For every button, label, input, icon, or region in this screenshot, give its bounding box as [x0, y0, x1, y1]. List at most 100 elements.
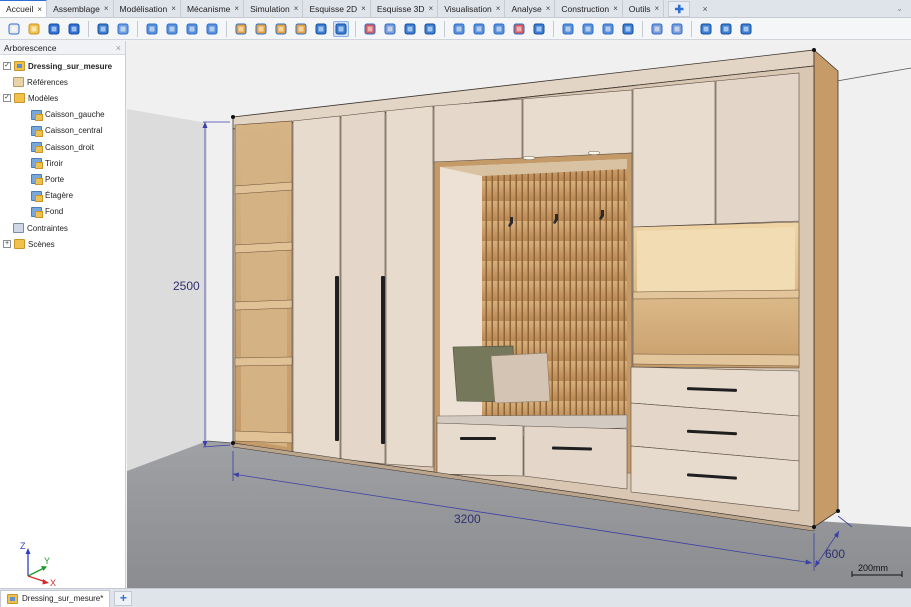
grid-icon[interactable]: [649, 21, 665, 37]
part-icon[interactable]: [115, 21, 131, 37]
tree-item-label: Caisson_central: [45, 126, 103, 136]
zoom-icon[interactable]: [253, 21, 269, 37]
tree-item-label: Scènes: [28, 239, 55, 249]
tab-close-icon[interactable]: ×: [37, 5, 42, 14]
chevron-down-icon[interactable]: ⌄: [896, 4, 903, 13]
tab-visualisation[interactable]: Visualisation ×: [438, 0, 506, 17]
transform-icon[interactable]: [471, 21, 487, 37]
tree-item[interactable]: Contraintes: [13, 220, 68, 236]
tab-label: Visualisation: [444, 3, 492, 14]
tree-item-label: Dressing_sur_mesure: [28, 61, 113, 71]
dimension-depth: 600: [825, 547, 845, 561]
explode-icon[interactable]: [491, 21, 507, 37]
tab-esquisse-3d[interactable]: Esquisse 3D ×: [371, 0, 439, 17]
new-file-icon[interactable]: [6, 21, 22, 37]
tab-close-icon[interactable]: ×: [294, 4, 299, 13]
tab-outils[interactable]: Outils ×: [623, 0, 665, 17]
tab-mécanisme[interactable]: Mécanisme ×: [181, 0, 245, 17]
camera-icon[interactable]: [402, 21, 418, 37]
orbit-icon[interactable]: [293, 21, 309, 37]
tab-label: Esquisse 2D: [309, 3, 358, 14]
pan-icon[interactable]: [273, 21, 289, 37]
fit-view-icon[interactable]: [233, 21, 249, 37]
light-icon[interactable]: [422, 21, 438, 37]
toolbar-separator: [444, 20, 445, 37]
tab-close-icon[interactable]: ×: [104, 4, 109, 13]
tab-assemblage[interactable]: Assemblage ×: [47, 0, 114, 17]
dimension-width: 3200: [454, 512, 481, 526]
tree-item[interactable]: Fond: [31, 204, 63, 220]
3d-viewport[interactable]: 2500 3200 600 200mm: [127, 41, 911, 588]
cad-application: Accueil × Assemblage × Modélisation × Mécanism…: [0, 0, 911, 607]
tab-close-icon[interactable]: ×: [234, 4, 239, 13]
export-icon[interactable]: [698, 21, 714, 37]
tree-item[interactable]: Porte: [31, 171, 64, 187]
close-icon[interactable]: ×: [696, 1, 714, 17]
section-icon[interactable]: [382, 21, 398, 37]
document-tab[interactable]: Dressing_sur_mesure*: [0, 589, 111, 607]
rotate-icon[interactable]: [164, 21, 180, 37]
checkbox[interactable]: ✓: [3, 62, 11, 70]
open-file-icon[interactable]: [26, 21, 42, 37]
mirror-icon[interactable]: [184, 21, 200, 37]
tree-item-label: Tiroir: [45, 158, 63, 168]
tab-construction[interactable]: Construction ×: [555, 0, 623, 17]
layers-icon[interactable]: [560, 21, 576, 37]
tab-close-icon[interactable]: ×: [496, 4, 501, 13]
tree-item[interactable]: Étagère: [31, 188, 73, 204]
constraint-icon[interactable]: [511, 21, 527, 37]
sphere-icon[interactable]: [95, 21, 111, 37]
tab-close-icon[interactable]: ×: [429, 4, 434, 13]
tree-item-label: Références: [27, 77, 68, 87]
import-icon[interactable]: [718, 21, 734, 37]
tree-item[interactable]: Caisson_gauche: [31, 107, 105, 123]
tree-panel-title: Arborescence: [4, 42, 57, 53]
tree-item[interactable]: Références: [13, 74, 68, 90]
tree-item[interactable]: Caisson_droit: [31, 139, 94, 155]
tree-item[interactable]: ✓ Dressing_sur_mesure: [3, 58, 112, 74]
close-icon[interactable]: ×: [116, 43, 121, 53]
save-as-icon[interactable]: [66, 21, 82, 37]
tab-accueil[interactable]: Accueil ×: [0, 0, 48, 17]
ribbon-tab-bar: Accueil × Assemblage × Modélisation × Mécanism…: [0, 0, 911, 18]
select-icon[interactable]: [451, 21, 467, 37]
paint-icon[interactable]: [580, 21, 596, 37]
constraints-icon: [13, 223, 24, 233]
tab-close-icon[interactable]: ×: [171, 4, 176, 13]
align-icon[interactable]: [204, 21, 220, 37]
render-icon[interactable]: [313, 21, 329, 37]
part-icon: [31, 109, 43, 121]
move-icon[interactable]: [144, 21, 160, 37]
settings-icon[interactable]: [738, 21, 754, 37]
tab-close-icon[interactable]: ×: [361, 4, 366, 13]
material-icon[interactable]: [531, 21, 547, 37]
tab-close-icon[interactable]: ×: [546, 4, 551, 13]
checkbox[interactable]: ✓: [3, 94, 11, 103]
assembly-icon: [7, 593, 18, 604]
toolbar-separator: [137, 20, 138, 37]
tab-modélisation[interactable]: Modélisation ×: [114, 0, 181, 17]
add-tab-icon[interactable]: ✚: [668, 1, 691, 17]
beige-cushion: [490, 352, 551, 404]
tab-close-icon[interactable]: ×: [613, 4, 618, 13]
tab-analyse[interactable]: Analyse ×: [505, 0, 556, 17]
tab-esquisse-2d[interactable]: Esquisse 2D ×: [303, 0, 371, 17]
texture-icon[interactable]: [600, 21, 616, 37]
new-document-button[interactable]: +: [114, 590, 133, 606]
tree-item[interactable]: + Scènes: [3, 236, 55, 252]
document-tab-bar: Dressing_sur_mesure* +: [0, 588, 911, 607]
part-icon: [31, 190, 43, 202]
save-icon[interactable]: [46, 21, 62, 37]
tree-item[interactable]: Tiroir: [31, 155, 63, 171]
tab-close-icon[interactable]: ×: [655, 4, 660, 13]
sphere-icon[interactable]: [620, 21, 636, 37]
expander-icon[interactable]: +: [3, 240, 11, 249]
tab-simulation[interactable]: Simulation ×: [244, 0, 304, 17]
tree-panel-header: Arborescence ×: [0, 41, 125, 55]
tree-item[interactable]: Caisson_central: [31, 123, 102, 139]
door-handle: [381, 276, 385, 444]
measure-icon[interactable]: [362, 21, 378, 37]
table-icon[interactable]: [669, 21, 685, 37]
shaded-view-icon[interactable]: [333, 20, 349, 37]
tree-item[interactable]: ✓ Modèles: [3, 90, 58, 106]
